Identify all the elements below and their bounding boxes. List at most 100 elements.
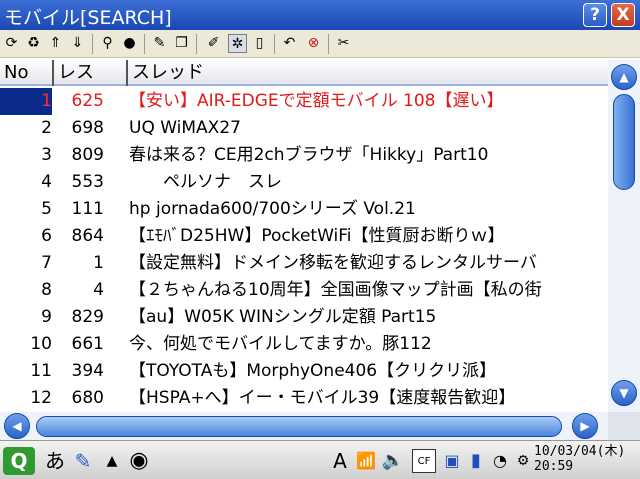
column-header: No レス スレッド bbox=[0, 60, 608, 86]
undo-icon[interactable]: ↶ bbox=[280, 34, 299, 53]
row-no: 10 bbox=[30, 334, 52, 354]
table-row[interactable]: 1 625 【安い】AIR-EDGEで定額モバイル 108【遅い】 bbox=[0, 88, 608, 115]
horizontal-scroll-thumb[interactable] bbox=[36, 416, 562, 437]
pen-icon[interactable]: ✎ bbox=[70, 447, 96, 475]
trash-icon[interactable]: ▯ bbox=[250, 34, 269, 53]
taskbar: Q あ ✎ ▲ ◉ A 📶 🔈 CF ▣ ▮ ◔ ⚙ 10/03/04(木) 2… bbox=[0, 440, 640, 479]
row-res: 661 bbox=[71, 334, 104, 354]
vertical-scroll-thumb[interactable] bbox=[613, 94, 635, 190]
row-thread: 【２ちゃんねる10周年】全国画像マップ計画【私の街 bbox=[129, 280, 542, 300]
horizontal-scrollbar[interactable]: ◀ ▶ bbox=[0, 412, 608, 440]
row-no: 2 bbox=[41, 118, 52, 138]
row-no: 3 bbox=[41, 145, 52, 165]
row-res: 698 bbox=[71, 118, 104, 138]
copy-icon[interactable]: ❐ bbox=[172, 34, 191, 53]
clock-date: 10/03/04(木) bbox=[534, 444, 626, 459]
row-thread: 【安い】AIR-EDGEで定額モバイル 108【遅い】 bbox=[129, 91, 504, 111]
row-res: 829 bbox=[71, 307, 104, 327]
toolbar-separator bbox=[196, 34, 197, 54]
column-no[interactable]: No bbox=[0, 60, 54, 86]
row-no: 12 bbox=[30, 388, 52, 408]
row-thread: 【TOYOTAも】MorphyOne406【クリクリ派】 bbox=[129, 361, 497, 381]
column-res[interactable]: レス bbox=[54, 60, 128, 86]
cf-card-icon[interactable]: CF bbox=[412, 449, 436, 473]
settings-icon[interactable]: ✂ bbox=[334, 34, 353, 53]
font-icon[interactable]: A bbox=[330, 447, 350, 475]
edit-icon[interactable]: ✎ bbox=[150, 34, 169, 53]
title-bar: モバイル[SEARCH] ? X bbox=[0, 0, 640, 30]
ime-indicator[interactable]: あ bbox=[42, 447, 68, 475]
toolbar-separator bbox=[92, 34, 93, 54]
help-button[interactable]: ? bbox=[583, 3, 607, 27]
menu-up-icon[interactable]: ▲ bbox=[102, 447, 122, 475]
table-row[interactable]: 8 4 【２ちゃんねる10周年】全国画像マップ計画【私の街 bbox=[0, 277, 608, 304]
row-res: 864 bbox=[71, 226, 104, 246]
reload-icon[interactable]: ♻ bbox=[24, 34, 43, 53]
row-no: 5 bbox=[41, 199, 52, 219]
row-no: 8 bbox=[41, 280, 52, 300]
row-res: 625 bbox=[71, 91, 104, 111]
row-res: 553 bbox=[71, 172, 104, 192]
row-thread: 【HSPA+へ】イー・モバイル39【速度報告歓迎】 bbox=[129, 388, 516, 408]
row-no: 9 bbox=[41, 307, 52, 327]
scroll-left-button[interactable]: ◀ bbox=[4, 413, 30, 439]
globe-icon[interactable]: ● bbox=[120, 34, 139, 53]
row-thread: 【ｴﾓﾊﾞD25HW】PocketWiFi【性質厨お断りｗ】 bbox=[129, 226, 505, 246]
table-row[interactable]: 9 829 【au】W05K WINシングル定額 Part15 bbox=[0, 304, 608, 331]
table-row[interactable]: 2 698 UQ WiMAX27 bbox=[0, 115, 608, 142]
row-res: 1 bbox=[93, 253, 104, 273]
table-row[interactable]: 12 680 【HSPA+へ】イー・モバイル39【速度報告歓迎】 bbox=[0, 385, 608, 412]
row-thread: 春は来る？CE用2chブラウザ「Hikky」Part10 bbox=[129, 145, 489, 165]
row-no: 1 bbox=[0, 88, 52, 115]
scroll-right-button[interactable]: ▶ bbox=[572, 413, 598, 439]
stop-icon[interactable]: ⊗ bbox=[304, 34, 323, 53]
refresh-icon[interactable]: ⟳ bbox=[2, 34, 21, 53]
row-thread: ペルソナ スレ bbox=[129, 172, 282, 192]
toolbar-separator bbox=[144, 34, 145, 54]
search-icon[interactable]: ⚲ bbox=[98, 34, 117, 53]
row-no: 7 bbox=[41, 253, 52, 273]
vertical-scrollbar[interactable]: ▲ ▼ bbox=[608, 60, 640, 412]
pin-icon[interactable]: ✐ bbox=[204, 34, 223, 53]
table-row[interactable]: 7 1 【設定無料】ドメイン移転を歓迎するレンタルサーバ bbox=[0, 250, 608, 277]
window-title: モバイル[SEARCH] bbox=[4, 7, 172, 29]
clock-time: 20:59 bbox=[534, 459, 574, 474]
row-res: 111 bbox=[71, 199, 104, 219]
clock-app-icon[interactable]: ◉ bbox=[126, 447, 152, 475]
thread-list: 1 625 【安い】AIR-EDGEで定額モバイル 108【遅い】 2 698 … bbox=[0, 88, 608, 412]
row-thread: UQ WiMAX27 bbox=[129, 118, 241, 138]
row-no: 11 bbox=[30, 361, 52, 381]
row-thread: 【au】W05K WINシングル定額 Part15 bbox=[129, 307, 437, 327]
table-row[interactable]: 10 661 今、何処でモバイルしてますか。豚112 bbox=[0, 331, 608, 358]
table-row[interactable]: 6 864 【ｴﾓﾊﾞD25HW】PocketWiFi【性質厨お断りｗ】 bbox=[0, 223, 608, 250]
down-icon[interactable]: ⇓ bbox=[68, 34, 87, 53]
row-no: 6 bbox=[41, 226, 52, 246]
column-thread[interactable]: スレッド bbox=[128, 60, 608, 86]
row-res: 809 bbox=[71, 145, 104, 165]
up-icon[interactable]: ⇑ bbox=[46, 34, 65, 53]
row-res: 4 bbox=[93, 280, 104, 300]
toolbar-separator bbox=[274, 34, 275, 54]
row-thread: hp jornada600/700シリーズ Vol.21 bbox=[129, 199, 416, 219]
scroll-down-button[interactable]: ▼ bbox=[611, 380, 637, 406]
start-button[interactable]: Q bbox=[3, 447, 35, 475]
clock[interactable]: 10/03/04(木) 20:59 bbox=[534, 444, 638, 474]
row-thread: 今、何処でモバイルしてますか。豚112 bbox=[129, 334, 432, 354]
speaker-icon[interactable]: 🔈 bbox=[380, 447, 406, 475]
row-res: 680 bbox=[71, 388, 104, 408]
sd-card-icon[interactable]: ▣ bbox=[440, 447, 464, 475]
scroll-corner bbox=[608, 412, 640, 440]
battery-icon[interactable]: ▮ bbox=[468, 447, 484, 475]
table-row[interactable]: 5 111 hp jornada600/700シリーズ Vol.21 bbox=[0, 196, 608, 223]
toolbar: ⟳ ♻ ⇑ ⇓ ⚲ ● ✎ ❐ ✐ ✲ ▯ ↶ ⊗ ✂ bbox=[0, 30, 640, 58]
toolbar-separator bbox=[328, 34, 329, 54]
scroll-up-button[interactable]: ▲ bbox=[611, 64, 637, 90]
wand-icon[interactable]: ✲ bbox=[228, 34, 247, 53]
settings-tray-icon[interactable]: ⚙ bbox=[514, 447, 532, 475]
wireless-icon[interactable]: 📶 bbox=[354, 447, 378, 475]
table-row[interactable]: 4 553 ペルソナ スレ bbox=[0, 169, 608, 196]
close-button[interactable]: X bbox=[611, 3, 635, 27]
mouse-icon[interactable]: ◔ bbox=[488, 447, 512, 475]
table-row[interactable]: 3 809 春は来る？CE用2chブラウザ「Hikky」Part10 bbox=[0, 142, 608, 169]
table-row[interactable]: 11 394 【TOYOTAも】MorphyOne406【クリクリ派】 bbox=[0, 358, 608, 385]
